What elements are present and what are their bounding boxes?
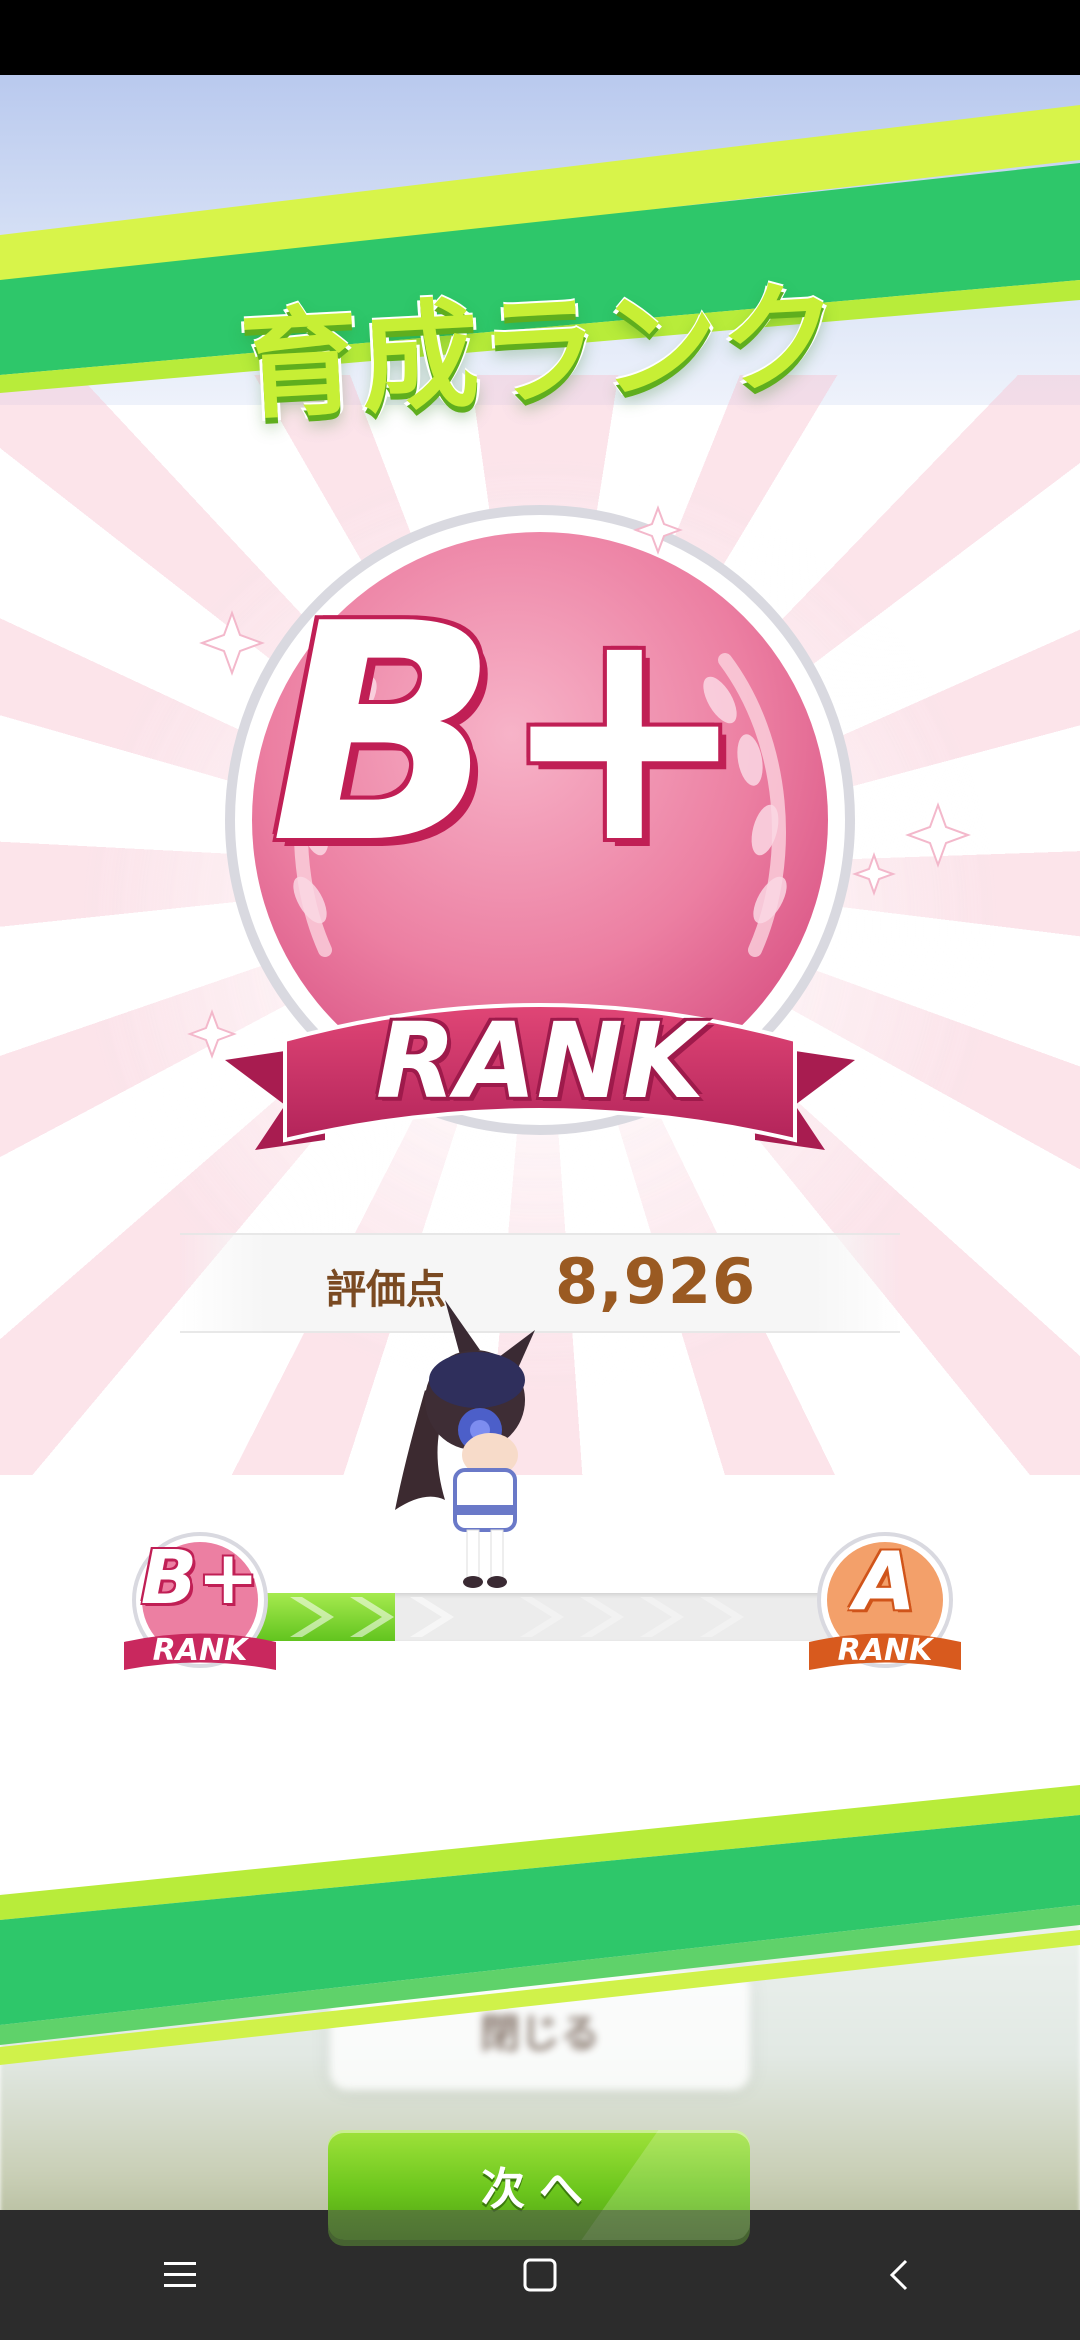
rank-progress-bar xyxy=(250,1593,830,1641)
rank-result-scene: 育成ランク 閉じる B+ RANK 評価点 8,926 B+ RANK A RA… xyxy=(0,75,1080,2210)
home-icon xyxy=(523,2258,557,2292)
sparkles xyxy=(187,505,971,1059)
status-bar xyxy=(0,0,1080,75)
current-rank-letter: B+ xyxy=(140,1535,260,1621)
system-nav-bar xyxy=(0,2210,1080,2340)
score-value: 8,926 xyxy=(555,1245,757,1318)
character-sprite xyxy=(395,1300,535,1588)
menu-button[interactable] xyxy=(120,2230,240,2320)
menu-icon xyxy=(164,2262,196,2287)
back-button[interactable] xyxy=(840,2230,960,2320)
next-rank-label: RANK xyxy=(837,1633,933,1668)
home-button[interactable] xyxy=(480,2230,600,2320)
progress-chevrons xyxy=(290,1597,744,1637)
current-rank-label: RANK xyxy=(152,1633,248,1668)
back-icon xyxy=(889,2259,908,2291)
next-button-label: 次へ xyxy=(481,2164,597,2215)
bottom-stripes xyxy=(0,1785,1080,2065)
next-rank-letter: A xyxy=(854,1535,916,1628)
